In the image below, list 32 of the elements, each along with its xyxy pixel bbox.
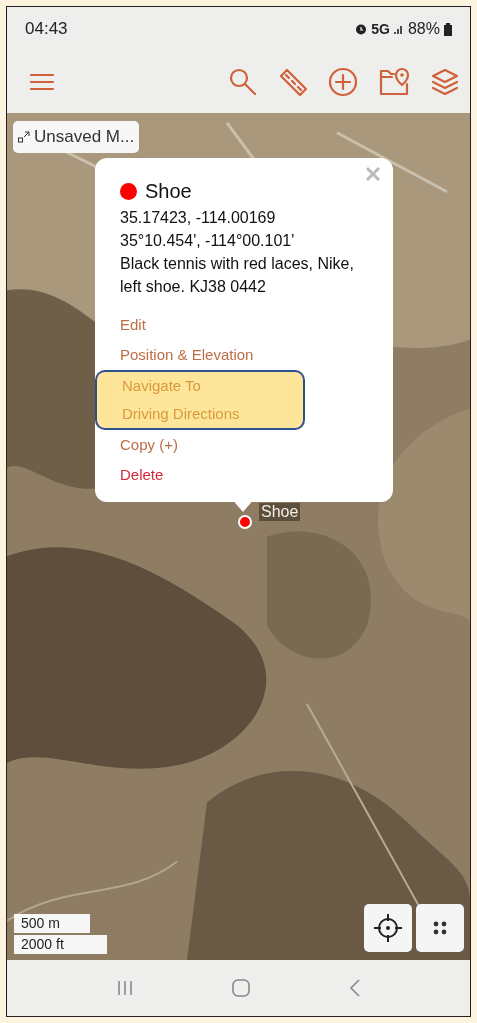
action-link[interactable]: Copy (+) [120, 430, 373, 460]
scale-label: 500 m [14, 914, 90, 933]
back-icon[interactable] [347, 978, 362, 998]
marker-label: Shoe [259, 503, 301, 521]
close-icon[interactable] [365, 166, 381, 182]
place-name: Shoe [145, 179, 192, 204]
home-icon[interactable] [230, 978, 251, 998]
more-button[interactable] [416, 904, 464, 952]
map-title-chip[interactable]: Unsaved M... [13, 121, 140, 153]
action-link[interactable]: Edit [120, 310, 373, 340]
crosshair-icon [373, 913, 403, 943]
folder-pin-icon[interactable] [378, 67, 410, 97]
coordinates-text: 35.17423, -114.00169 [120, 208, 277, 228]
locate-button[interactable] [364, 904, 412, 952]
clock-time: 04:43 [25, 18, 68, 41]
add-icon[interactable] [328, 67, 358, 97]
ruler-icon[interactable] [278, 67, 308, 97]
alarm-icon [355, 23, 368, 35]
signal-icon [393, 23, 404, 35]
battery-icon [444, 22, 452, 36]
dots-icon [432, 920, 448, 936]
recents-icon[interactable] [115, 979, 134, 997]
place-description: Black tennis with red laces, Nike, left shoe. KJ38 0442 [120, 254, 355, 297]
scale-label: 2000 ft [14, 935, 107, 954]
coordinates-text: 35°10.454', -114°00.101' [120, 231, 296, 251]
search-icon[interactable] [228, 67, 258, 97]
layers-icon[interactable] [430, 67, 460, 97]
action-link[interactable]: Position & Elevation [120, 340, 373, 370]
expand-icon [18, 130, 30, 143]
delete-link[interactable]: Delete [120, 460, 373, 490]
network-label: 5G [371, 19, 390, 39]
battery-percent: 88% [407, 19, 440, 39]
